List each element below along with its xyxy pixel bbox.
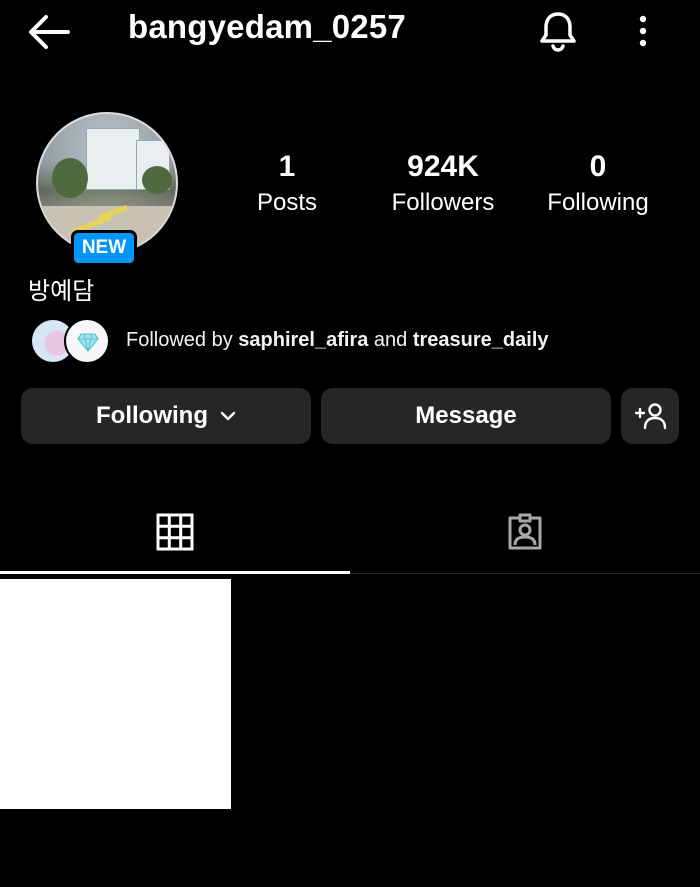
mutual-follower-avatar — [64, 318, 110, 364]
more-options-button[interactable] — [626, 10, 660, 54]
followers-stat[interactable]: 924K Followers — [368, 148, 518, 219]
posts-stat[interactable]: 1 Posts — [212, 148, 362, 219]
followed-by-and: and — [373, 329, 408, 351]
arrow-left-icon — [29, 15, 70, 49]
new-badge: NEW — [71, 230, 137, 266]
tab-tagged[interactable] — [350, 500, 700, 574]
active-tab-indicator — [0, 571, 350, 574]
following-label: Following — [547, 189, 649, 216]
mutual-follower-name[interactable]: treasure_daily — [413, 329, 549, 351]
posts-label: Posts — [256, 189, 318, 216]
grid-icon — [156, 513, 194, 551]
add-user-button[interactable] — [621, 388, 679, 444]
posts-count: 1 — [278, 150, 296, 183]
followed-by-prefix: Followed by — [126, 329, 233, 351]
add-person-icon — [634, 403, 667, 430]
diamond-icon — [77, 333, 99, 352]
bell-icon — [540, 12, 576, 52]
post-thumbnail[interactable] — [0, 579, 231, 809]
followed-by-text: Followed by saphirel_afira and treasure_… — [126, 329, 549, 352]
following-stat[interactable]: 0 Following — [523, 148, 673, 219]
tagged-person-icon — [508, 513, 542, 550]
display-name: 방예담 — [28, 277, 95, 305]
more-vertical-icon — [639, 15, 647, 47]
notifications-button[interactable] — [535, 8, 581, 54]
followers-label: Followers — [391, 189, 495, 216]
followers-count: 924K — [407, 150, 479, 183]
tab-posts-grid[interactable] — [0, 500, 350, 574]
message-button-label: Message — [415, 402, 517, 429]
following-count: 0 — [589, 150, 607, 183]
mutual-follower-name[interactable]: saphirel_afira — [238, 329, 368, 351]
profile-avatar[interactable]: NEW — [36, 112, 178, 266]
following-button[interactable]: Following — [21, 388, 311, 444]
back-button[interactable] — [24, 10, 74, 54]
top-bar: bangyedam_0257 — [0, 0, 700, 62]
message-button[interactable]: Message — [321, 388, 611, 444]
profile-page: bangyedam_0257 NEW 1 Posts 924K Follower… — [0, 0, 700, 887]
profile-username: bangyedam_0257 — [128, 8, 406, 45]
following-button-label: Following — [96, 402, 208, 429]
chevron-down-icon — [220, 411, 236, 421]
followed-by-row[interactable]: Followed by saphirel_afira and treasure_… — [30, 318, 590, 364]
